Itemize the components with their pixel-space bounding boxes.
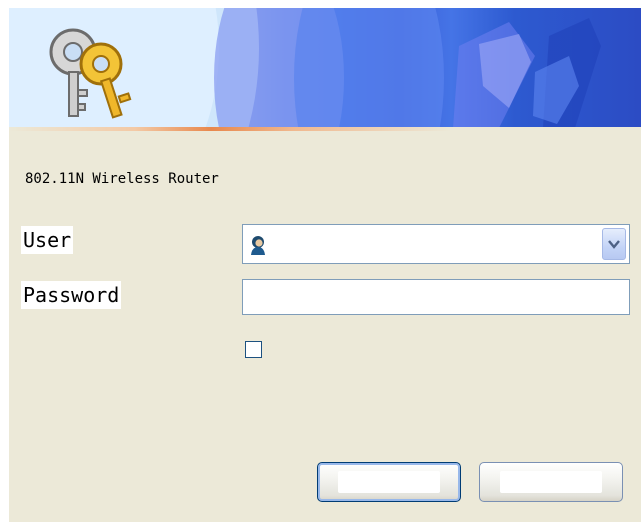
ok-button[interactable]: [317, 462, 461, 502]
network-figure-graphic: [453, 18, 601, 128]
user-label: User: [21, 226, 74, 254]
product-name: 802.11N Wireless Router: [25, 171, 219, 187]
banner-divider: [9, 127, 641, 131]
password-field[interactable]: [242, 279, 630, 315]
user-avatar-icon: [251, 236, 265, 255]
chevron-down-icon[interactable]: [602, 228, 626, 260]
password-label: Password: [21, 281, 122, 309]
dialog-banner: [9, 8, 641, 128]
remember-password-checkbox[interactable]: [245, 341, 262, 358]
cancel-button[interactable]: [479, 462, 623, 502]
login-dialog: 802.11N Wireless Router User Password: [9, 8, 641, 522]
user-select[interactable]: [242, 224, 630, 264]
keys-icon: [49, 28, 132, 119]
